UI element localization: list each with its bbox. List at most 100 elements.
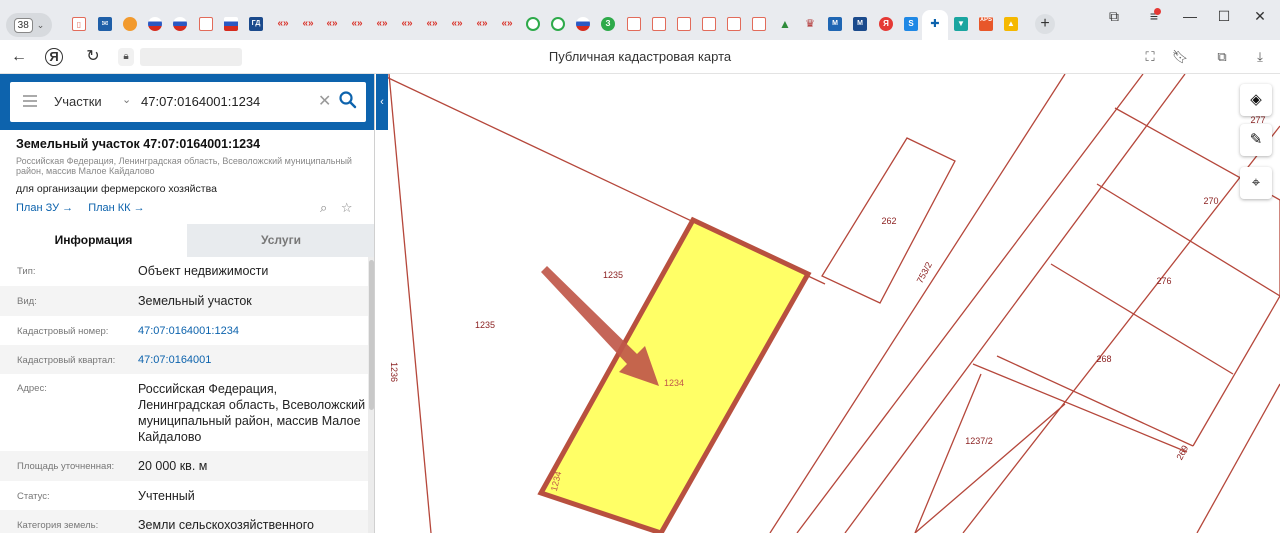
layers-icon[interactable]: ◈ bbox=[1240, 84, 1272, 116]
pdf-tab-icon[interactable] bbox=[702, 17, 716, 31]
maximize-icon[interactable]: ☐ bbox=[1214, 8, 1234, 24]
m-tab-icon[interactable]: M bbox=[828, 17, 842, 31]
info-label: Вид: bbox=[17, 296, 37, 307]
gov-flag-tab-icon[interactable] bbox=[173, 17, 187, 31]
label-269: 269 bbox=[1174, 444, 1190, 462]
parcel-boundary bbox=[914, 373, 982, 533]
green-tab-icon[interactable]: З bbox=[601, 17, 615, 31]
clear-icon[interactable]: ✕ bbox=[318, 91, 331, 111]
avito-tab-icon[interactable]: «» bbox=[425, 17, 439, 31]
collections-icon[interactable]: ⧉ bbox=[1212, 48, 1232, 66]
tab-services[interactable]: Услуги bbox=[187, 224, 374, 257]
pdf-tab-icon[interactable] bbox=[627, 17, 641, 31]
avito-tab-icon[interactable]: «» bbox=[301, 17, 315, 31]
scrollbar-thumb[interactable] bbox=[369, 260, 374, 410]
info-value: Объект недвижимости bbox=[138, 264, 269, 278]
download-icon[interactable]: ⤓ bbox=[1250, 48, 1270, 66]
bookmarks-panel-icon[interactable]: ⧉ bbox=[1104, 8, 1124, 24]
s-tab-icon[interactable]: S bbox=[904, 17, 918, 31]
avito-tab-icon[interactable]: «» bbox=[500, 17, 514, 31]
tab-information[interactable]: Информация bbox=[0, 224, 187, 257]
avito-tab-icon[interactable]: «» bbox=[325, 17, 339, 31]
xps-tab-icon[interactable]: XPS bbox=[979, 17, 993, 31]
triangle-tab-icon[interactable]: ▲ bbox=[778, 17, 792, 31]
search-type-select[interactable]: Участки bbox=[54, 94, 102, 109]
info-row-area: Площадь уточненная: 20 000 кв. м bbox=[0, 451, 368, 481]
new-tab-button[interactable]: + bbox=[1035, 14, 1055, 34]
check-tab-icon[interactable] bbox=[526, 17, 540, 31]
crown-tab-icon[interactable]: ♛ bbox=[803, 17, 817, 31]
avito-tab-icon[interactable]: «» bbox=[475, 17, 489, 31]
cadastral-map[interactable]: 1234 1234 1235 1235 1236 262 753/2 277 2… bbox=[375, 74, 1280, 533]
avito-tab-icon[interactable]: «» bbox=[350, 17, 364, 31]
label-1234: 1234 bbox=[664, 378, 684, 388]
cadastral-map-tab-icon[interactable]: ✚ bbox=[928, 17, 942, 31]
parcel-boundary bbox=[1050, 263, 1234, 375]
check-tab-icon[interactable] bbox=[551, 17, 565, 31]
object-actions: ⌕ ☆ bbox=[320, 200, 363, 216]
shield-tab-icon[interactable]: ▼ bbox=[954, 17, 968, 31]
info-row-status: Статус: Учтенный bbox=[0, 481, 368, 510]
info-value: 20 000 кв. м bbox=[138, 459, 208, 473]
orange-tab-icon[interactable] bbox=[123, 17, 137, 31]
avito-tab-icon[interactable]: «» bbox=[375, 17, 389, 31]
pdf-tab-icon[interactable] bbox=[652, 17, 666, 31]
map-canvas[interactable]: 1234 1234 1235 1235 1236 262 753/2 277 2… bbox=[375, 74, 1280, 533]
plan-zu-link[interactable]: План ЗУ → bbox=[16, 202, 73, 214]
collapse-panel-button[interactable]: ‹ bbox=[376, 74, 388, 130]
gov-flag-tab-icon[interactable] bbox=[148, 17, 162, 31]
chevron-down-icon[interactable]: ⌄ bbox=[122, 93, 131, 106]
gov-flag-tab-icon[interactable] bbox=[576, 17, 590, 31]
pdf-tab-icon[interactable] bbox=[677, 17, 691, 31]
road-line bbox=[844, 74, 1186, 533]
minimize-icon[interactable]: — bbox=[1180, 8, 1200, 24]
info-label: Площадь уточненная: bbox=[17, 461, 115, 472]
locate-icon[interactable]: ⌖ bbox=[1240, 167, 1272, 199]
tab-counter-button[interactable]: 38 ⌄ bbox=[6, 13, 52, 37]
cadastral-quarter-link[interactable]: 47:07:0164001 bbox=[138, 352, 366, 368]
yandex-tab-icon[interactable]: Я bbox=[879, 17, 893, 31]
selected-parcel-1234[interactable] bbox=[537, 216, 812, 533]
pdf-tab-icon[interactable]: ▯ bbox=[72, 17, 86, 31]
avito-tab-icon[interactable]: «» bbox=[450, 17, 464, 31]
notification-dot bbox=[1154, 8, 1161, 15]
ruler-icon[interactable]: ✎ bbox=[1240, 124, 1272, 156]
pdf-tab-icon[interactable] bbox=[199, 17, 213, 31]
pdf-tab-icon[interactable] bbox=[727, 17, 741, 31]
plan-kk-link[interactable]: План КК → bbox=[88, 202, 144, 214]
info-row-cadastral-quarter: Кадастровый квартал: 47:07:0164001 bbox=[0, 345, 368, 374]
gd-tab-icon[interactable]: ГД bbox=[249, 17, 263, 31]
extension-icon[interactable]: ⛶ bbox=[1140, 48, 1160, 66]
bookmark-icon[interactable]: 🔖︎ bbox=[1170, 48, 1190, 66]
search-icon[interactable] bbox=[337, 89, 359, 111]
label-1235: 1235 bbox=[475, 320, 495, 330]
hamburger-menu-icon[interactable] bbox=[23, 95, 37, 107]
yellow-tab-icon[interactable]: ▲ bbox=[1004, 17, 1018, 31]
label-268: 268 bbox=[1096, 354, 1111, 364]
gov-flag-tab-icon[interactable] bbox=[224, 17, 238, 31]
info-value: Земельный участок bbox=[138, 294, 252, 308]
zoom-to-object-icon[interactable]: ⌕ bbox=[320, 200, 327, 215]
parcel-boundary bbox=[388, 74, 432, 533]
info-row-type: Тип: Объект недвижимости bbox=[0, 257, 368, 286]
info-label: Тип: bbox=[17, 266, 36, 277]
star-icon[interactable]: ☆ bbox=[341, 200, 353, 215]
mail-tab-icon[interactable]: ✉ bbox=[98, 17, 112, 31]
close-icon[interactable]: ✕ bbox=[1250, 8, 1270, 24]
info-label: Адрес: bbox=[17, 383, 47, 394]
search-input[interactable] bbox=[141, 90, 311, 112]
search-bar: Участки ⌄ ✕ bbox=[0, 74, 374, 130]
pdf-tab-icon[interactable] bbox=[752, 17, 766, 31]
label-276: 276 bbox=[1156, 276, 1171, 286]
cadastral-number-link[interactable]: 47:07:0164001:1234 bbox=[138, 323, 366, 339]
avito-tab-icon[interactable]: «» bbox=[400, 17, 414, 31]
label-262: 262 bbox=[881, 216, 896, 226]
m-tab-icon[interactable]: M bbox=[853, 17, 867, 31]
info-row-kind: Вид: Земельный участок bbox=[0, 286, 368, 316]
avito-tab-icon[interactable]: «» bbox=[276, 17, 290, 31]
browser-tab-strip: 38 ⌄ ▯ ✉ ГД «» «» «» «» «» «» «» «» «» «… bbox=[0, 0, 1280, 40]
search-box: Участки ⌄ ✕ bbox=[10, 82, 366, 122]
road-line bbox=[796, 74, 1144, 533]
parcel-boundary bbox=[972, 363, 1188, 453]
label-270: 270 bbox=[1203, 196, 1218, 206]
